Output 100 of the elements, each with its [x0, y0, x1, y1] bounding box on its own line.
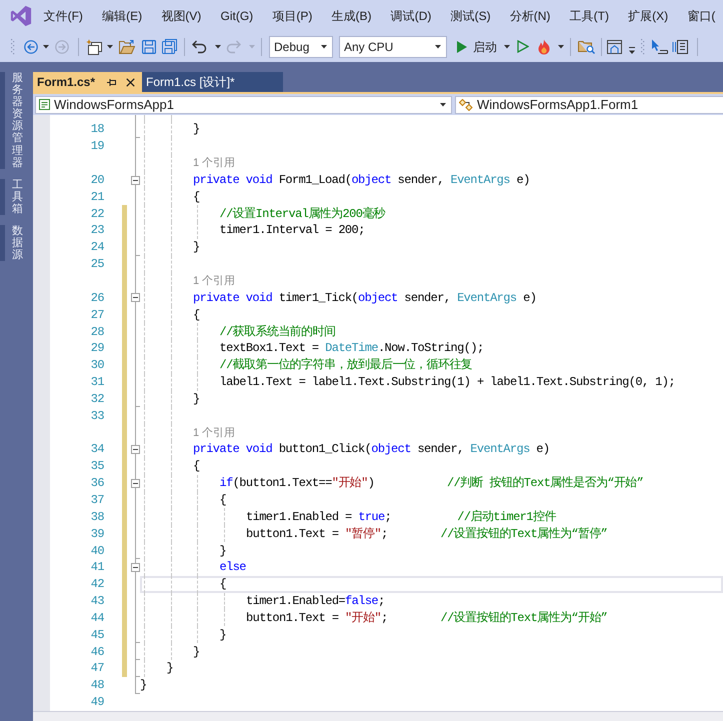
code-line: timer1.Enabled = true;	[246, 508, 392, 525]
line-number: 21	[90, 188, 104, 205]
line-number: 32	[90, 390, 104, 407]
line-number: 33	[90, 408, 104, 424]
minus-box-icon[interactable]	[131, 562, 140, 572]
code-line: }	[193, 121, 200, 138]
code-line: label1.Text = label1.Text.Substring(1) + label1.Text.Substring(0, 1);	[220, 374, 675, 390]
line-number: 23	[90, 222, 104, 238]
caret-icon[interactable]	[504, 44, 510, 48]
line-number: 29	[90, 340, 104, 356]
line-number: 34	[90, 441, 104, 458]
line-number: 49	[90, 694, 104, 710]
play-outline-icon[interactable]	[517, 40, 529, 53]
flame-icon[interactable]	[536, 38, 552, 54]
code-line: }	[140, 677, 147, 694]
code-line: }	[193, 390, 200, 407]
code-line: textBox1.Text = DateTime.Now.ToString();	[220, 340, 484, 356]
code-comment: //设置按钮的Text属性为“开始”	[440, 610, 608, 626]
code-line: {	[193, 306, 200, 323]
start-button[interactable]: 启动	[453, 36, 514, 58]
code-line: }	[193, 644, 200, 660]
caret-icon[interactable]	[107, 44, 113, 48]
line-number: 24	[90, 239, 104, 256]
line-number: 45	[90, 626, 104, 643]
caret-icon[interactable]	[435, 44, 441, 48]
code-comment: //启动timer1控件	[457, 508, 556, 525]
menu-item[interactable]: 扩展(X)	[618, 6, 678, 24]
code-line: else	[220, 559, 246, 576]
code-line: button1.Text = "暂停";	[246, 526, 388, 542]
folder-icon[interactable]	[119, 40, 135, 54]
folder-magnifier-icon[interactable]	[578, 39, 595, 54]
grip-icon[interactable]	[641, 38, 645, 54]
code-comment: //判断 按钮的Text属性是否为“开始”	[446, 475, 644, 492]
line-number: 46	[90, 644, 104, 660]
platform-dropdown[interactable]: Any CPU	[339, 36, 447, 58]
caret-icon[interactable]	[440, 102, 446, 106]
document-tab[interactable]: Form1.cs [设计]*	[142, 72, 283, 92]
overflow-caret-icon[interactable]	[629, 46, 635, 54]
line-number: 40	[90, 542, 104, 559]
code-line: private void button1_Click(object sender, EventArgs e)	[193, 441, 550, 458]
code-line: }	[193, 239, 200, 256]
code-line: if(button1.Text=="开始")	[220, 475, 374, 492]
line-number: 26	[90, 290, 104, 306]
code-line: private void timer1_Tick(object sender, EventArgs e)	[193, 290, 536, 306]
line-number: 42	[90, 576, 104, 592]
code-line: {	[193, 188, 200, 205]
document-lines-icon	[39, 99, 50, 110]
caret-icon[interactable]	[558, 44, 564, 48]
line-number: 47	[90, 660, 104, 676]
line-number: 27	[90, 306, 104, 323]
minus-box-icon[interactable]	[131, 293, 140, 302]
close-icon[interactable]	[126, 78, 136, 86]
line-number: 48	[90, 677, 104, 694]
line-number: 41	[90, 559, 104, 576]
code-comment: //获取系统当前的时间	[220, 324, 336, 340]
pin-icon[interactable]	[107, 78, 116, 86]
menu-item[interactable]: 窗口(	[678, 6, 716, 24]
menu-item[interactable]: 项目(P)	[262, 6, 322, 24]
code-line: timer1.Enabled=false;	[246, 593, 385, 610]
floppy-disks-icon[interactable]	[162, 39, 177, 54]
code-line: {	[220, 576, 226, 592]
line-number: 39	[90, 526, 104, 542]
window-icon[interactable]	[607, 40, 622, 54]
minus-box-icon[interactable]	[131, 176, 140, 185]
caret-icon[interactable]	[215, 44, 221, 48]
code-line: timer1.Interval = 200;	[220, 222, 365, 238]
minus-box-icon[interactable]	[131, 478, 140, 488]
configuration-dropdown[interactable]: Debug	[269, 36, 333, 58]
stacked-windows-icon[interactable]	[86, 38, 102, 54]
code-line: }	[220, 542, 226, 559]
back-icon[interactable]	[24, 40, 38, 54]
menu-item[interactable]: 生成(B)	[322, 6, 382, 24]
code-comment: //截取第一位的字符串，放到最后一位，循环往复	[220, 357, 472, 374]
menu-item[interactable]: 工具(T)	[560, 6, 619, 24]
line-number: 20	[90, 172, 104, 188]
code-line: button1.Text = "开始";	[246, 610, 388, 626]
menu-item[interactable]: 分析(N)	[500, 6, 560, 24]
project-dropdown[interactable]: WindowsFormsApp1	[35, 96, 452, 114]
menu-item[interactable]: 视图(V)	[152, 6, 211, 24]
menu-item[interactable]: 测试(S)	[440, 6, 500, 24]
columns-icon[interactable]	[672, 38, 688, 54]
menu-item[interactable]: Git(G)	[210, 6, 263, 24]
line-number: 38	[90, 508, 104, 525]
logo-icon	[10, 4, 32, 26]
line-number: 25	[90, 256, 104, 272]
menu-item[interactable]: 调试(D)	[381, 6, 441, 24]
undo-arrow-icon[interactable]	[192, 40, 207, 54]
caret-icon[interactable]	[321, 44, 327, 48]
code-line: {	[193, 458, 200, 474]
code-comment: //设置按钮的Text属性为“暂停”	[440, 526, 608, 542]
line-number: 19	[90, 138, 104, 154]
menu-item[interactable]: 编辑(E)	[92, 6, 152, 24]
cursor-icon[interactable]	[651, 38, 668, 54]
minus-box-icon[interactable]	[131, 445, 140, 454]
document-tab[interactable]: Form1.cs*	[33, 72, 142, 92]
grip-icon[interactable]	[11, 38, 15, 54]
type-dropdown[interactable]: WindowsFormsApp1.Form1	[455, 96, 723, 114]
caret-icon[interactable]	[43, 44, 49, 48]
code-comment: //设置Interval属性为200毫秒	[220, 206, 386, 222]
menu-item[interactable]: 文件(F)	[34, 6, 93, 24]
